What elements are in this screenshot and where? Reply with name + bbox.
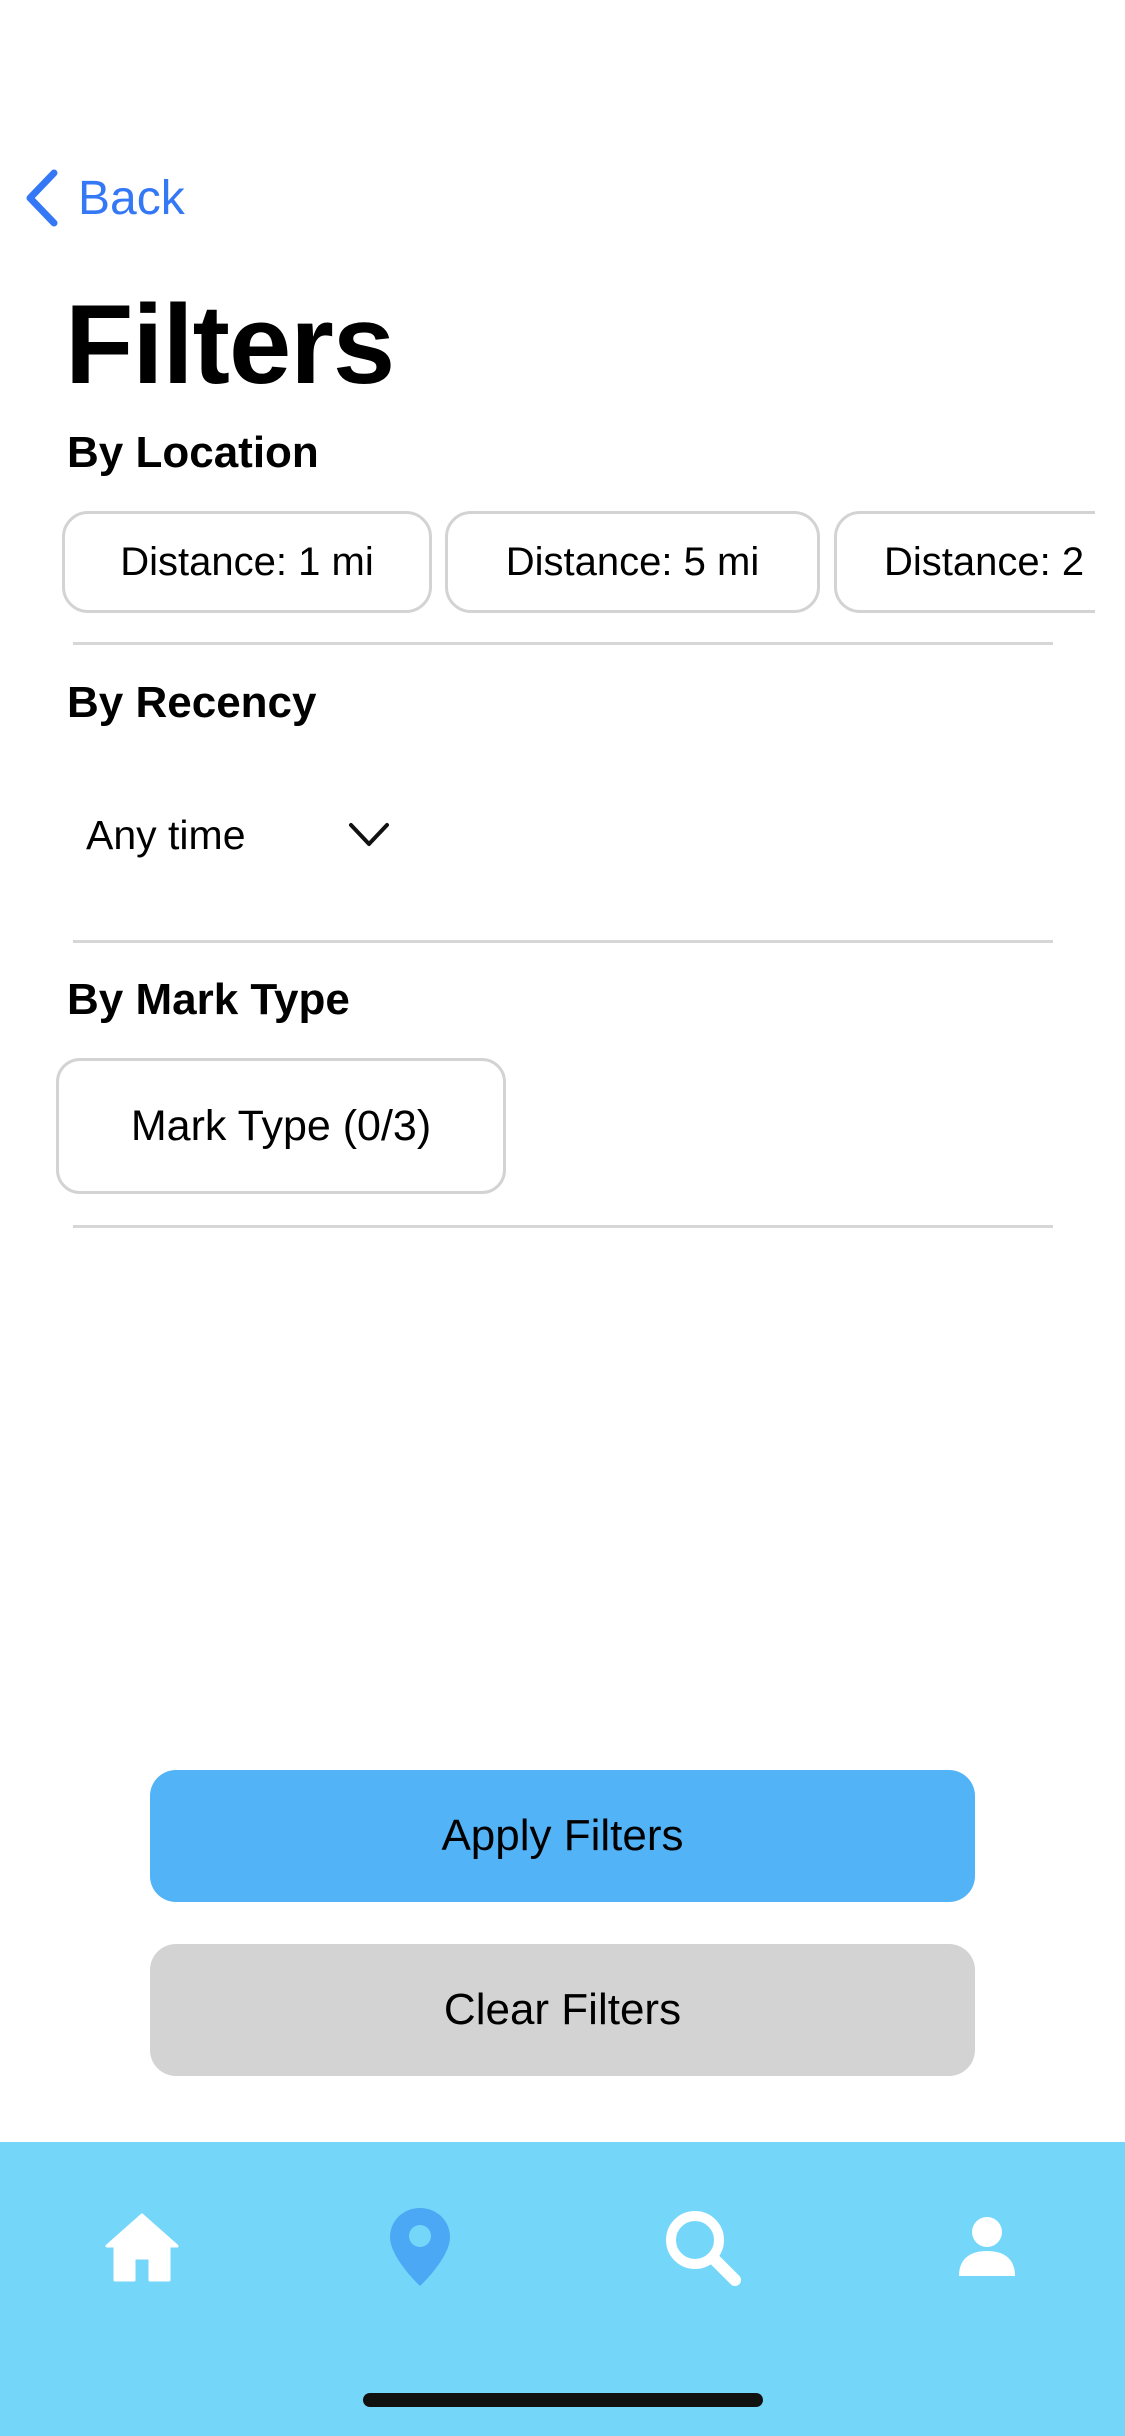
home-icon <box>105 2213 179 2282</box>
clear-filters-label: Clear Filters <box>443 1985 682 2034</box>
chevron-down-icon <box>349 823 389 846</box>
tab-home[interactable] <box>87 2192 197 2302</box>
chip-label: Distance: 5 mi <box>505 539 760 584</box>
chevron-left-icon <box>26 169 58 227</box>
mark-type-label: Mark Type (0/3) <box>130 1101 432 1150</box>
distance-chip-more[interactable]: Distance: 2 <box>834 511 1095 613</box>
home-indicator[interactable] <box>363 2393 763 2407</box>
tab-map[interactable] <box>365 2192 475 2302</box>
distance-chip-row[interactable]: Distance: 1 mi Distance: 5 mi Distance: … <box>62 511 1095 613</box>
mark-type-heading: By Mark Type <box>67 975 350 1024</box>
mark-type-button[interactable]: Mark Type (0/3) <box>56 1058 506 1194</box>
search-icon <box>666 2211 741 2286</box>
chip-label: Distance: 2 <box>884 539 1085 584</box>
map-pin-icon <box>390 2208 450 2286</box>
chip-label: Distance: 1 mi <box>120 539 374 584</box>
clear-filters-button[interactable]: Clear Filters <box>150 1944 975 2076</box>
divider <box>73 940 1053 943</box>
divider <box>73 642 1053 645</box>
recency-heading: By Recency <box>67 678 317 727</box>
person-icon <box>959 2217 1015 2276</box>
tab-profile[interactable] <box>932 2192 1042 2302</box>
tab-search[interactable] <box>647 2192 757 2302</box>
back-button[interactable]: Back <box>22 166 185 230</box>
apply-filters-label: Apply Filters <box>441 1811 684 1860</box>
divider <box>73 1225 1053 1228</box>
distance-chip-5mi[interactable]: Distance: 5 mi <box>445 511 820 613</box>
distance-chip-1mi[interactable]: Distance: 1 mi <box>62 511 432 613</box>
recency-selected: Any time <box>86 811 246 858</box>
apply-filters-button[interactable]: Apply Filters <box>150 1770 975 1902</box>
back-label: Back <box>78 171 185 225</box>
filters-screen: Back Filters By Location Distance: 1 mi … <box>0 0 1125 2436</box>
location-heading: By Location <box>67 428 319 477</box>
tab-bar <box>0 2142 1125 2436</box>
page-title: Filters <box>65 282 395 407</box>
recency-dropdown[interactable]: Any time <box>86 800 406 870</box>
